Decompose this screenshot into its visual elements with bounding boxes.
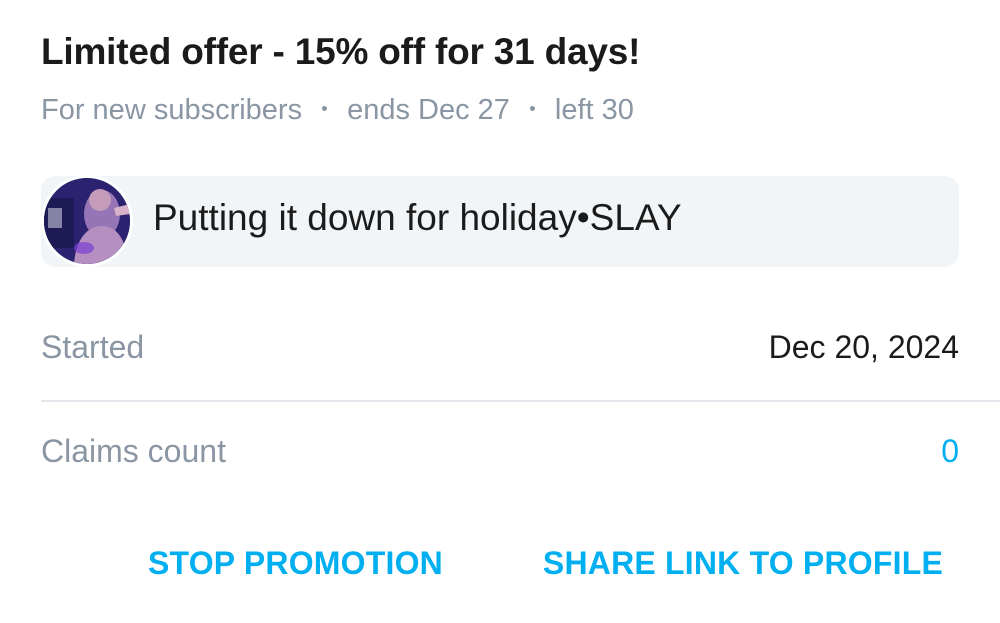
promotion-card: Limited offer - 15% off for 31 days! For… (0, 0, 1000, 623)
claims-count-value[interactable]: 0 (941, 433, 959, 470)
offer-ends: ends Dec 27 (347, 94, 510, 126)
offer-title: Limited offer - 15% off for 31 days! (41, 31, 641, 72)
promotion-message-text: Putting it down for holiday•SLAY (153, 197, 682, 238)
divider (41, 400, 1000, 402)
offer-audience: For new subscribers (41, 94, 303, 126)
offer-meta: For new subscribers ends Dec 27 left 30 (41, 94, 634, 127)
started-value: Dec 20, 2024 (768, 329, 959, 365)
share-link-to-profile-button[interactable]: SHARE LINK TO PROFILE (543, 545, 943, 582)
claims-count-label: Claims count (41, 433, 226, 469)
stop-promotion-button[interactable]: STOP PROMOTION (148, 545, 443, 582)
separator-dot-icon (322, 106, 328, 111)
started-label: Started (41, 329, 145, 365)
avatar[interactable] (41, 175, 133, 267)
user-avatar-photo-icon (44, 178, 130, 264)
offer-left: left 30 (554, 94, 634, 126)
separator-dot-icon (529, 106, 535, 111)
